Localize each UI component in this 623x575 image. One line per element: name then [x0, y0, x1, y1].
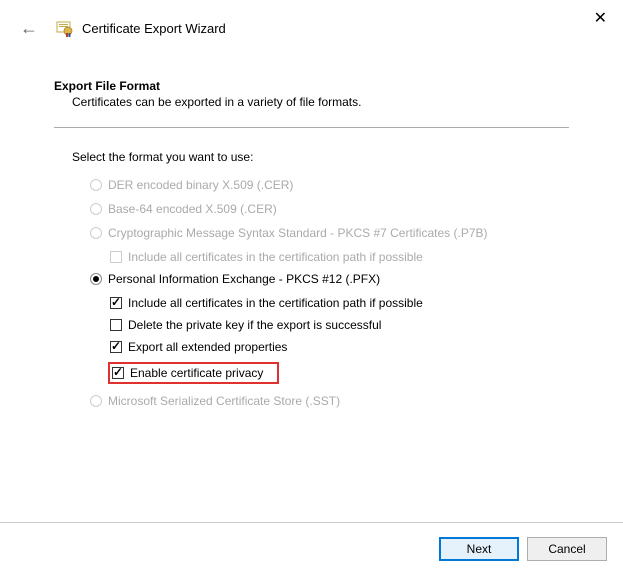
radio-base64: Base-64 encoded X.509 (.CER) — [90, 202, 569, 216]
radio-pkcs7: Cryptographic Message Syntax Standard - … — [90, 226, 569, 240]
format-prompt: Select the format you want to use: — [72, 150, 569, 164]
radio-icon — [90, 203, 102, 215]
check-label: Export all extended properties — [128, 340, 287, 354]
section-desc: Certificates can be exported in a variet… — [54, 95, 569, 109]
checkbox-icon — [110, 297, 122, 309]
close-button[interactable]: ✕ — [594, 8, 607, 28]
radio-label: Base-64 encoded X.509 (.CER) — [108, 202, 277, 216]
radio-label: Microsoft Serialized Certificate Store (… — [108, 394, 340, 408]
check-pfx-delete[interactable]: Delete the private key if the export is … — [110, 318, 569, 332]
checkbox-icon — [110, 251, 122, 263]
radio-label: Cryptographic Message Syntax Standard - … — [108, 226, 488, 240]
check-pfx-export-ext[interactable]: Export all extended properties — [110, 340, 569, 354]
highlight-privacy: Enable certificate privacy — [108, 362, 279, 384]
wizard-title: Certificate Export Wizard — [82, 21, 226, 36]
checkbox-icon — [110, 341, 122, 353]
check-label: Delete the private key if the export is … — [128, 318, 381, 332]
check-pfx-include[interactable]: Include all certificates in the certific… — [110, 296, 569, 310]
content-area: Export File Format Certificates can be e… — [0, 39, 623, 408]
radio-sst: Microsoft Serialized Certificate Store (… — [90, 394, 569, 408]
next-button[interactable]: Next — [439, 537, 519, 561]
radio-label: Personal Information Exchange - PKCS #12… — [108, 272, 380, 286]
back-arrow-icon[interactable]: ← — [20, 18, 38, 39]
checkbox-icon[interactable] — [112, 367, 124, 379]
format-options: DER encoded binary X.509 (.CER) Base-64 … — [90, 178, 569, 408]
radio-icon — [90, 395, 102, 407]
checkbox-icon — [110, 319, 122, 331]
check-label: Enable certificate privacy — [130, 366, 263, 380]
section-title: Export File Format — [54, 79, 569, 93]
radio-der: DER encoded binary X.509 (.CER) — [90, 178, 569, 192]
cancel-button[interactable]: Cancel — [527, 537, 607, 561]
divider — [54, 127, 569, 128]
check-pkcs7-include: Include all certificates in the certific… — [110, 250, 569, 264]
radio-icon — [90, 179, 102, 191]
check-label: Include all certificates in the certific… — [128, 250, 423, 264]
check-label: Include all certificates in the certific… — [128, 296, 423, 310]
radio-icon — [90, 273, 102, 285]
certificate-icon — [56, 20, 74, 38]
radio-pfx[interactable]: Personal Information Exchange - PKCS #12… — [90, 272, 569, 286]
footer: Next Cancel — [0, 522, 623, 575]
header: ← Certificate Export Wizard — [0, 0, 623, 39]
radio-icon — [90, 227, 102, 239]
radio-label: DER encoded binary X.509 (.CER) — [108, 178, 293, 192]
